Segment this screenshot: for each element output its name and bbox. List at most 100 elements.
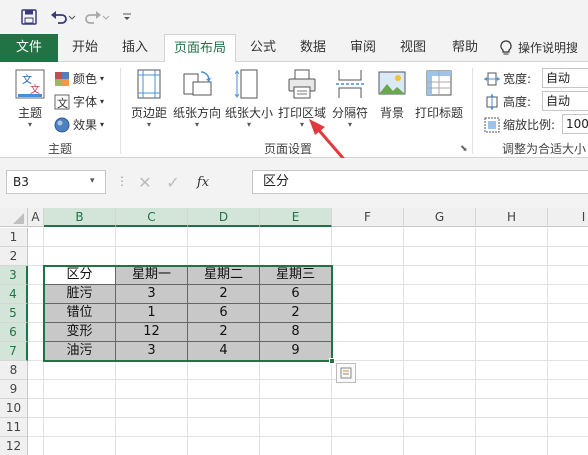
column-header-i[interactable]: I: [548, 208, 588, 227]
table-cell[interactable]: 2: [260, 304, 332, 323]
insert-function-button[interactable]: fx: [188, 175, 218, 190]
row-header-11[interactable]: 11: [0, 418, 28, 437]
empty-cell[interactable]: [28, 266, 44, 285]
empty-cell[interactable]: [404, 304, 476, 323]
empty-cell[interactable]: [188, 361, 260, 380]
column-header-h[interactable]: H: [476, 208, 548, 227]
empty-cell[interactable]: [332, 399, 404, 418]
column-header-b[interactable]: B: [44, 208, 116, 227]
empty-cell[interactable]: [260, 399, 332, 418]
quick-analysis-icon[interactable]: [336, 363, 356, 383]
empty-cell[interactable]: [260, 418, 332, 437]
empty-cell[interactable]: [188, 418, 260, 437]
empty-cell[interactable]: [28, 399, 44, 418]
table-header-cell[interactable]: 星期二: [188, 266, 260, 285]
empty-cell[interactable]: [116, 418, 188, 437]
empty-cell[interactable]: [44, 361, 116, 380]
empty-cell[interactable]: [548, 285, 588, 304]
formula-input[interactable]: 区分: [252, 170, 588, 194]
table-cell[interactable]: 9: [260, 342, 332, 361]
empty-cell[interactable]: [188, 228, 260, 247]
empty-cell[interactable]: [548, 418, 588, 437]
empty-cell[interactable]: [28, 418, 44, 437]
empty-cell[interactable]: [332, 418, 404, 437]
empty-cell[interactable]: [404, 399, 476, 418]
empty-cell[interactable]: [476, 266, 548, 285]
empty-cell[interactable]: [548, 266, 588, 285]
table-cell[interactable]: 3: [116, 342, 188, 361]
table-cell[interactable]: 8: [260, 323, 332, 342]
enter-icon[interactable]: ✓: [158, 173, 188, 192]
table-cell[interactable]: 错位: [44, 304, 116, 323]
table-cell[interactable]: 2: [188, 285, 260, 304]
empty-cell[interactable]: [404, 342, 476, 361]
row-header-2[interactable]: 2: [0, 247, 28, 266]
empty-cell[interactable]: [44, 228, 116, 247]
empty-cell[interactable]: [188, 437, 260, 455]
empty-cell[interactable]: [188, 380, 260, 399]
column-header-c[interactable]: C: [116, 208, 188, 227]
empty-cell[interactable]: [332, 437, 404, 455]
row-header-5[interactable]: 5: [0, 304, 28, 323]
column-header-e[interactable]: E: [260, 208, 332, 227]
empty-cell[interactable]: [404, 437, 476, 455]
empty-cell[interactable]: [476, 247, 548, 266]
table-cell[interactable]: 3: [116, 285, 188, 304]
table-cell[interactable]: 脏污: [44, 285, 116, 304]
empty-cell[interactable]: [548, 304, 588, 323]
row-header-9[interactable]: 9: [0, 380, 28, 399]
empty-cell[interactable]: [44, 380, 116, 399]
chevron-down-icon[interactable]: ▾: [90, 176, 95, 186]
empty-cell[interactable]: [116, 247, 188, 266]
empty-cell[interactable]: [332, 342, 404, 361]
empty-cell[interactable]: [476, 323, 548, 342]
empty-cell[interactable]: [548, 247, 588, 266]
empty-cell[interactable]: [332, 304, 404, 323]
column-header-d[interactable]: D: [188, 208, 260, 227]
select-all-corner[interactable]: [0, 208, 28, 227]
column-header-f[interactable]: F: [332, 208, 404, 227]
row-header-8[interactable]: 8: [0, 361, 28, 380]
empty-cell[interactable]: [188, 247, 260, 266]
table-cell[interactable]: 变形: [44, 323, 116, 342]
empty-cell[interactable]: [332, 247, 404, 266]
empty-cell[interactable]: [548, 228, 588, 247]
empty-cell[interactable]: [44, 418, 116, 437]
empty-cell[interactable]: [116, 228, 188, 247]
empty-cell[interactable]: [28, 342, 44, 361]
empty-cell[interactable]: [28, 437, 44, 455]
empty-cell[interactable]: [548, 323, 588, 342]
empty-cell[interactable]: [404, 380, 476, 399]
empty-cell[interactable]: [476, 380, 548, 399]
empty-cell[interactable]: [28, 361, 44, 380]
empty-cell[interactable]: [28, 285, 44, 304]
empty-cell[interactable]: [548, 437, 588, 455]
empty-cell[interactable]: [332, 323, 404, 342]
empty-cell[interactable]: [44, 399, 116, 418]
table-header-cell[interactable]: 星期三: [260, 266, 332, 285]
row-header-6[interactable]: 6: [0, 323, 28, 342]
cancel-icon[interactable]: ✕: [132, 173, 158, 192]
empty-cell[interactable]: [476, 342, 548, 361]
column-header-a[interactable]: A: [28, 208, 44, 227]
empty-cell[interactable]: [28, 304, 44, 323]
table-cell[interactable]: 油污: [44, 342, 116, 361]
empty-cell[interactable]: [404, 285, 476, 304]
row-header-7[interactable]: 7: [0, 342, 28, 361]
worksheet-grid[interactable]: A B C D E F G H I 1 2 3 区分 星期一 星期二 星期三 4 脏污 3 2 6 5 错位 1 6 2 6 变形 12…: [0, 208, 588, 455]
empty-cell[interactable]: [260, 437, 332, 455]
empty-cell[interactable]: [260, 228, 332, 247]
table-cell[interactable]: 6: [188, 304, 260, 323]
empty-cell[interactable]: [332, 285, 404, 304]
empty-cell[interactable]: [404, 228, 476, 247]
empty-cell[interactable]: [548, 380, 588, 399]
empty-cell[interactable]: [548, 399, 588, 418]
empty-cell[interactable]: [476, 418, 548, 437]
empty-cell[interactable]: [188, 399, 260, 418]
row-header-1[interactable]: 1: [0, 228, 28, 247]
empty-cell[interactable]: [28, 228, 44, 247]
fill-handle[interactable]: [329, 358, 335, 364]
empty-cell[interactable]: [404, 418, 476, 437]
empty-cell[interactable]: [332, 266, 404, 285]
empty-cell[interactable]: [116, 399, 188, 418]
